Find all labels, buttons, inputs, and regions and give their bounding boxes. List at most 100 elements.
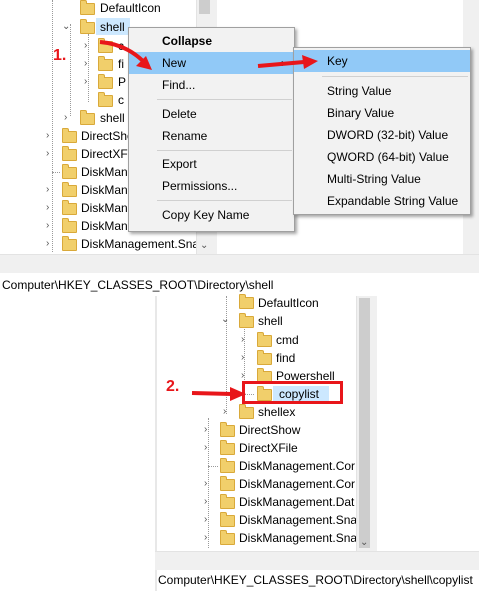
pane-divider[interactable] (373, 296, 377, 551)
folder-icon (62, 218, 77, 233)
chevron-right-icon[interactable]: › (46, 184, 49, 196)
tree-item-directshow[interactable]: DirectShow (239, 423, 300, 437)
tree-item-diskmanagement-cor[interactable]: DiskManagement.Cor (239, 459, 355, 473)
horizontal-scrollbar[interactable] (0, 254, 479, 273)
folder-icon (62, 146, 77, 161)
folder-icon (220, 458, 235, 473)
tree-item-shell[interactable]: shell (100, 20, 125, 34)
folder-icon (239, 404, 254, 419)
submenu-item-string-value[interactable]: String Value (294, 80, 470, 102)
top-registry-window: DefaultIcon ⌄ shell › c › fi › P c › she… (0, 0, 479, 296)
chevron-right-icon[interactable]: › (241, 352, 244, 364)
chevron-right-icon[interactable]: › (84, 40, 87, 52)
step-2-label: 2. (166, 378, 180, 395)
folder-icon (98, 74, 113, 89)
tree-item-diskmanagement-sna[interactable]: DiskManagement.Sna (239, 531, 357, 545)
tree-item-cmd[interactable]: cmd (276, 333, 299, 347)
chevron-right-icon[interactable]: › (204, 424, 207, 436)
tree-item-diskmanagement[interactable]: DiskMana (81, 219, 134, 233)
chevron-right-icon[interactable]: › (84, 76, 87, 88)
red-arrow-icon (191, 387, 246, 401)
menu-item-copy-key-name[interactable]: Copy Key Name (129, 204, 294, 226)
chevron-right-icon[interactable]: › (204, 442, 207, 454)
chevron-right-icon[interactable]: › (64, 112, 67, 124)
folder-icon (257, 350, 272, 365)
submenu-item-multi-string-value[interactable]: Multi-String Value (294, 168, 470, 190)
folder-icon (80, 110, 95, 125)
chevron-down-icon[interactable]: ⌄ (62, 21, 70, 33)
menu-separator (157, 200, 292, 201)
bottom-registry-window: DefaultIcon ⌄ shell › cmd › find › Power… (155, 294, 479, 591)
folder-icon (257, 332, 272, 347)
chevron-right-icon[interactable]: › (46, 148, 49, 160)
chevron-right-icon[interactable]: › (204, 496, 207, 508)
chevron-right-icon[interactable]: › (84, 58, 87, 70)
menu-item-find[interactable]: Find... (129, 74, 294, 96)
chevron-right-icon[interactable]: › (223, 406, 226, 418)
folder-icon (62, 128, 77, 143)
folder-icon (62, 182, 77, 197)
tree-item-diskmanagement[interactable]: DiskMana (81, 165, 134, 179)
chevron-right-icon[interactable]: › (46, 220, 49, 232)
folder-icon (220, 530, 235, 545)
menu-separator (157, 150, 292, 151)
folder-icon (62, 200, 77, 215)
chevron-right-icon[interactable]: › (241, 334, 244, 346)
step-1-label: 1. (53, 47, 67, 64)
tree-item-shellex[interactable]: shell (100, 111, 125, 125)
folder-icon (239, 313, 254, 328)
menu-item-rename[interactable]: Rename (129, 125, 294, 147)
folder-icon (62, 164, 77, 179)
submenu-item-binary-value[interactable]: Binary Value (294, 102, 470, 124)
status-bar-path: Computer\HKEY_CLASSES_ROOT\Directory\she… (2, 278, 274, 292)
tree-item-diskmanagement[interactable]: DiskMana (81, 201, 134, 215)
chevron-right-icon[interactable]: › (204, 514, 207, 526)
tree-item-diskmanagement-sna[interactable]: DiskManagement.Sna (81, 237, 199, 251)
window-border (155, 296, 157, 591)
tree-item-defaulticon[interactable]: DefaultIcon (100, 1, 161, 15)
horizontal-scrollbar[interactable] (155, 551, 479, 570)
tree-item-directxfile[interactable]: DirectXFi (81, 147, 130, 161)
scrollbar-thumb[interactable] (199, 0, 210, 14)
tree-item-diskmanagement[interactable]: DiskMana (81, 183, 134, 197)
tree-item-shell[interactable]: shell (258, 314, 283, 328)
chevron-down-icon[interactable]: ⌄ (221, 314, 229, 326)
copylist-highlight-box (242, 381, 343, 404)
scroll-down-arrow-icon[interactable]: ⌄ (200, 240, 208, 252)
tree-item-defaulticon[interactable]: DefaultIcon (258, 296, 319, 310)
folder-icon (220, 494, 235, 509)
submenu-item-dword-value[interactable]: DWORD (32-bit) Value (294, 124, 470, 146)
chevron-right-icon[interactable]: › (46, 202, 49, 214)
chevron-right-icon[interactable]: › (204, 532, 207, 544)
chevron-right-icon[interactable]: › (46, 130, 49, 142)
tree-item-diskmanagement-sna[interactable]: DiskManagement.Sna (239, 513, 357, 527)
menu-item-export[interactable]: Export (129, 153, 294, 175)
scroll-down-arrow-icon[interactable]: ⌄ (360, 537, 368, 549)
tree-item-powershell[interactable]: P (118, 75, 126, 89)
tree-item-diskmanagement-cor[interactable]: DiskManagement.Cor (239, 477, 355, 491)
scrollbar-thumb[interactable] (359, 298, 370, 548)
tree-item-shellex[interactable]: shellex (258, 405, 295, 419)
submenu-item-expandable-string-value[interactable]: Expandable String Value (294, 190, 470, 212)
tree-item-diskmanagement-dat[interactable]: DiskManagement.Dat (239, 495, 354, 509)
folder-icon (62, 236, 77, 251)
folder-icon (220, 440, 235, 455)
folder-icon (220, 476, 235, 491)
menu-separator (157, 99, 292, 100)
folder-icon (220, 512, 235, 527)
menu-item-delete[interactable]: Delete (129, 103, 294, 125)
tree-item-copylist[interactable]: c (118, 93, 124, 107)
folder-icon (220, 422, 235, 437)
folder-icon (80, 0, 95, 15)
submenu-item-qword-value[interactable]: QWORD (64-bit) Value (294, 146, 470, 168)
folder-icon (239, 294, 254, 309)
chevron-right-icon[interactable]: › (46, 238, 49, 250)
tree-item-directxfile[interactable]: DirectXFile (239, 441, 298, 455)
red-arrow-icon (257, 55, 318, 69)
folder-icon (80, 19, 95, 34)
tree-item-find[interactable]: find (276, 351, 295, 365)
chevron-right-icon[interactable]: › (204, 478, 207, 490)
red-arrow-icon (99, 40, 152, 70)
menu-item-permissions[interactable]: Permissions... (129, 175, 294, 197)
tree-item-directshow[interactable]: DirectSho (81, 129, 134, 143)
